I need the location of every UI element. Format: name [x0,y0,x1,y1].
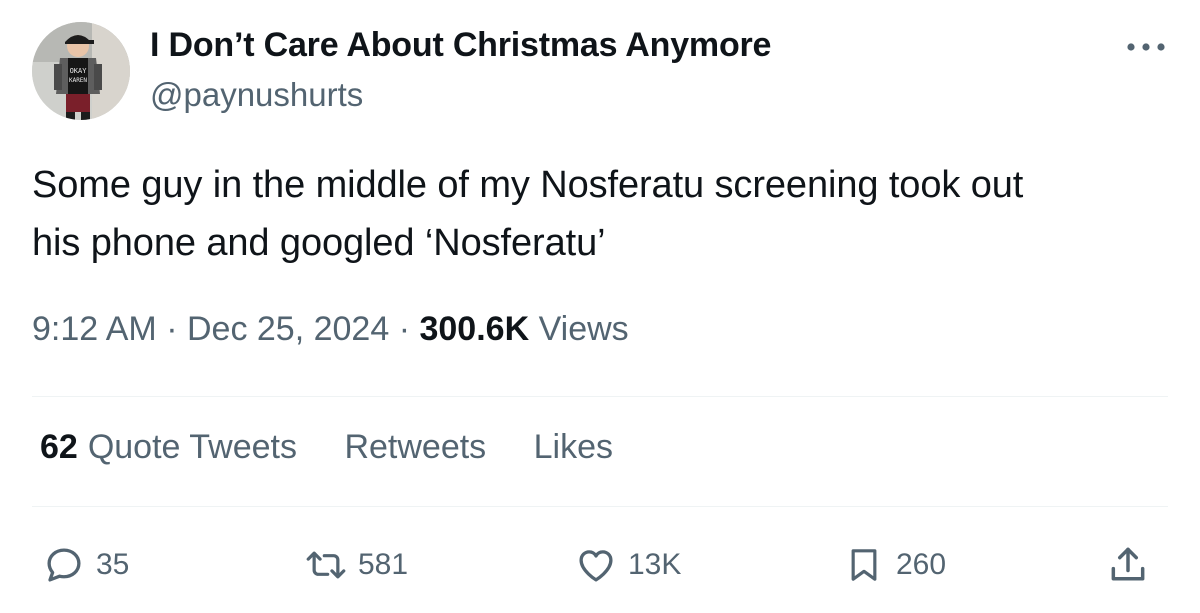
meta-separator: · [398,310,411,348]
bookmark-icon [842,543,886,587]
retweet-count: 581 [358,548,409,581]
avatar-image: OKAY KAREN [32,22,130,120]
tweet-meta: 9:12 AM · Dec 25, 2024 · 300.6K Views [32,310,629,349]
reply-button[interactable]: 35 [42,540,129,590]
quote-tweets-count: 62 [40,428,78,466]
bookmark-button[interactable]: 260 [842,540,946,590]
views-label: Views [538,310,629,348]
tweet-time[interactable]: 9:12 AM [32,310,157,348]
share-icon [1106,543,1150,587]
tweet-stats: 62 Quote Tweets Retweets Likes [40,428,651,467]
avatar[interactable]: OKAY KAREN [32,22,130,120]
like-count: 13K [628,548,682,581]
divider [32,396,1168,397]
quote-tweets-label: Quote Tweets [87,428,297,466]
user-handle[interactable]: @paynushurts [150,76,363,114]
share-button[interactable] [1106,540,1150,590]
heart-icon [574,543,618,587]
bookmark-count: 260 [896,548,947,581]
retweet-icon [304,543,348,587]
likes-link[interactable]: Likes [534,428,613,467]
retweet-button[interactable]: 581 [304,540,408,590]
views-count: 300.6K [419,310,530,348]
quote-tweets-link[interactable]: 62 Quote Tweets [40,428,297,467]
meta-separator: · [166,310,178,348]
reply-count: 35 [96,548,130,581]
like-button[interactable]: 13K [574,540,681,590]
retweets-link[interactable]: Retweets [344,428,486,467]
more-options-button[interactable] [1124,32,1168,62]
divider [32,506,1168,507]
tweet-card: OKAY KAREN I Don’t Care About Christmas … [0,0,1200,613]
tweet-text: Some guy in the middle of my Nosferatu s… [32,164,1024,264]
tweet-date[interactable]: Dec 25, 2024 [187,310,389,348]
display-name[interactable]: I Don’t Care About Christmas Anymore [150,26,771,65]
avatar-shirt-line2: KAREN [69,77,87,84]
reply-bubble-icon [42,543,86,587]
more-horizontal-icon [1127,43,1165,51]
avatar-shirt-line1: OKAY [70,67,88,75]
